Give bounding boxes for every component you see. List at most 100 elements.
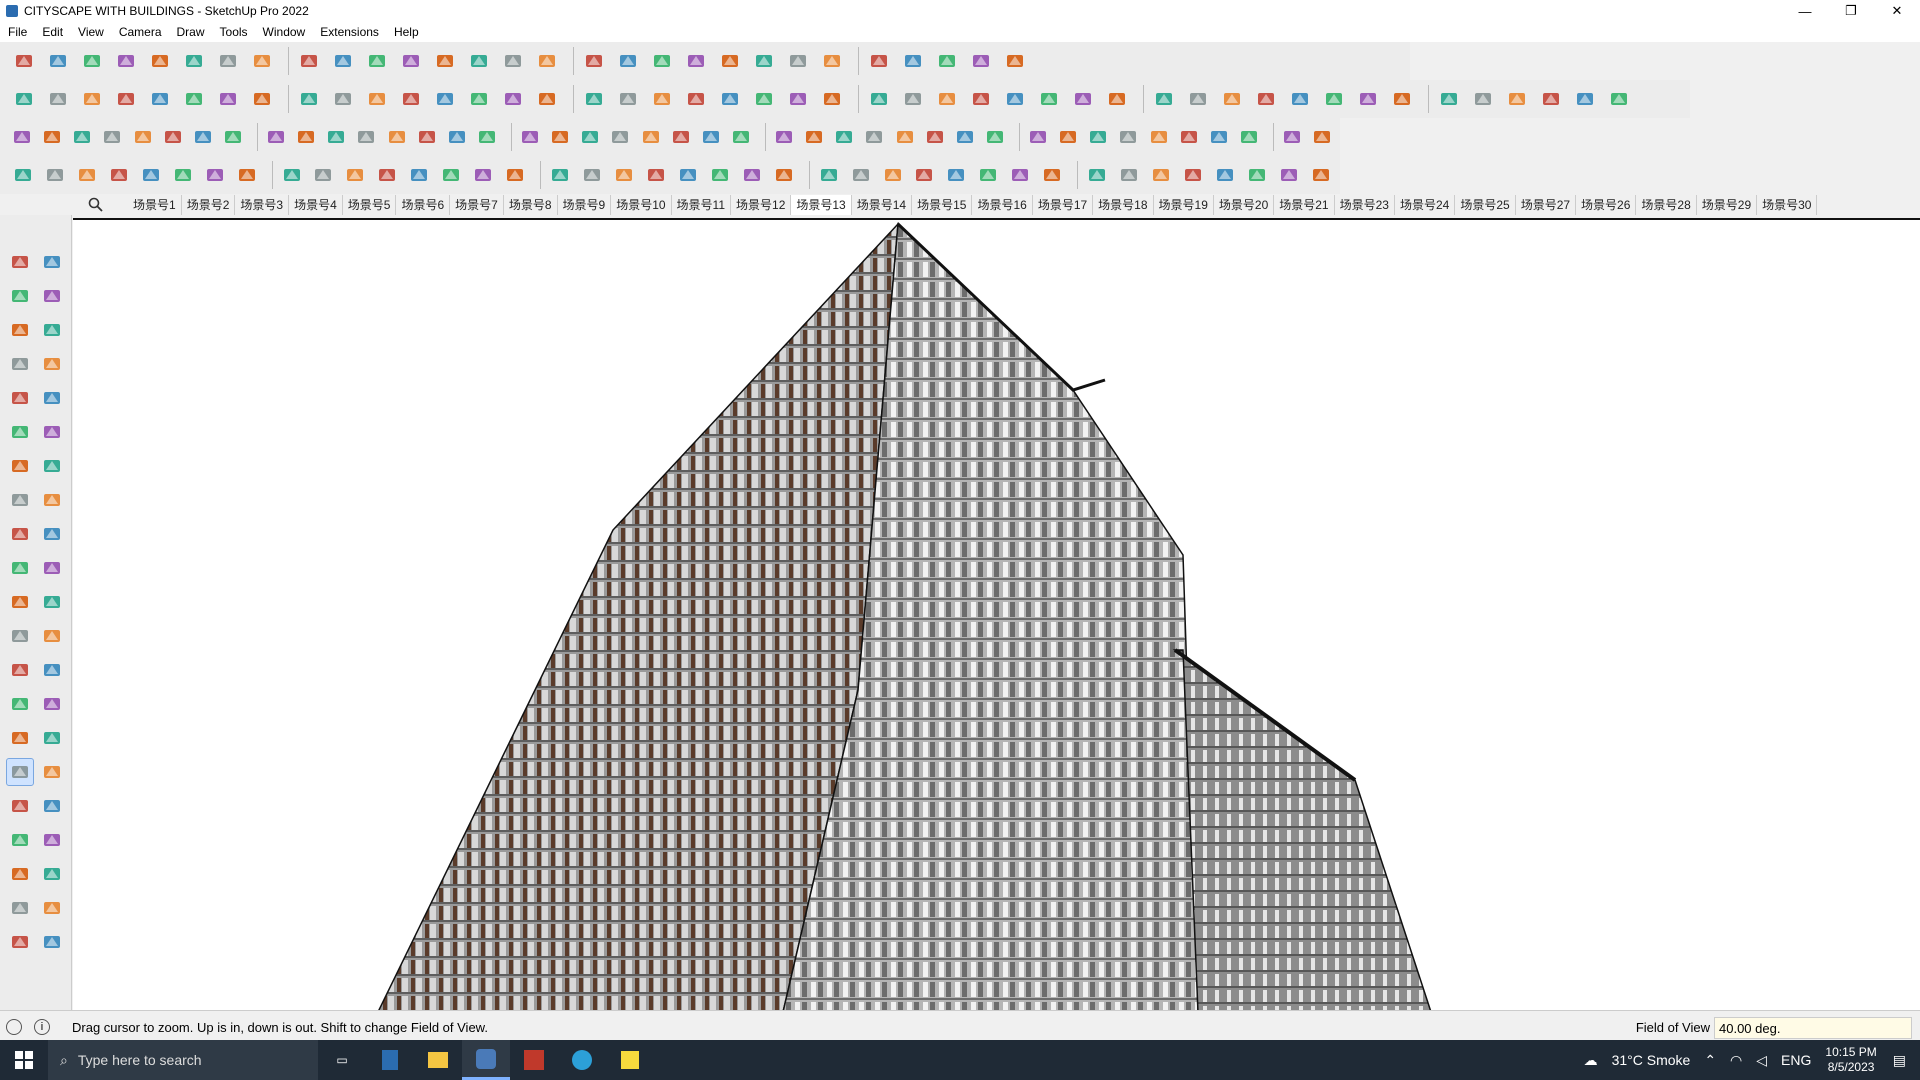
paint-icon[interactable]: [943, 161, 969, 189]
scene-tab[interactable]: 场景号28: [1636, 195, 1697, 215]
rectangle-icon[interactable]: [6, 384, 34, 412]
push-pull-icon[interactable]: [899, 47, 927, 75]
orbit-icon[interactable]: [112, 85, 140, 113]
eraser-icon[interactable]: [1244, 161, 1270, 189]
zoom-icon[interactable]: [6, 758, 34, 786]
move-icon[interactable]: [6, 520, 34, 548]
scene-tab[interactable]: 场景号27: [1516, 195, 1577, 215]
scene-tab[interactable]: 场景号3: [235, 195, 290, 215]
rectangle-icon[interactable]: [74, 161, 100, 189]
scale-icon[interactable]: [329, 47, 357, 75]
redo-icon[interactable]: [10, 123, 34, 151]
arc-icon[interactable]: [42, 161, 68, 189]
scene-tab[interactable]: 场景号7: [450, 195, 504, 215]
scene-tab[interactable]: 场景号10: [611, 195, 672, 215]
look-around-icon[interactable]: [39, 826, 67, 854]
pencil-icon[interactable]: [1276, 161, 1302, 189]
redo-icon[interactable]: [967, 85, 995, 113]
eraser-icon[interactable]: [100, 123, 124, 151]
text-icon[interactable]: [912, 161, 938, 189]
pan-icon[interactable]: [146, 85, 174, 113]
text-icon[interactable]: [385, 123, 409, 151]
select-icon[interactable]: [1280, 123, 1304, 151]
scene-tab[interactable]: 场景号29: [1697, 195, 1758, 215]
zoom-window-icon[interactable]: [533, 47, 561, 75]
redo-icon[interactable]: [608, 123, 632, 151]
sticky-notes-icon[interactable]: [606, 1040, 654, 1080]
pie-icon[interactable]: [39, 452, 67, 480]
push-pull-icon[interactable]: [221, 123, 245, 151]
redo-icon[interactable]: [502, 161, 528, 189]
rotate-icon[interactable]: [893, 123, 917, 151]
select-icon[interactable]: [363, 85, 391, 113]
file-explorer-icon[interactable]: [414, 1040, 462, 1080]
undo-icon[interactable]: [1177, 123, 1201, 151]
zoom-extents-icon[interactable]: [548, 123, 572, 151]
rotated-rect-icon[interactable]: [39, 384, 67, 412]
pencil-icon[interactable]: [6, 350, 34, 378]
push-pull-icon[interactable]: [832, 123, 856, 151]
tape-icon[interactable]: [6, 622, 34, 650]
pan-icon[interactable]: [1086, 123, 1110, 151]
orbit-icon[interactable]: [465, 47, 493, 75]
3d-text-icon[interactable]: [39, 690, 67, 718]
move-icon[interactable]: [580, 85, 608, 113]
eraser-icon[interactable]: [1069, 85, 1097, 113]
undo-icon[interactable]: [1116, 161, 1142, 189]
menu-help[interactable]: Help: [394, 25, 419, 39]
tape-icon[interactable]: [10, 85, 38, 113]
pan-icon[interactable]: [39, 724, 67, 752]
tape-icon[interactable]: [1354, 85, 1382, 113]
eraser-icon[interactable]: [750, 47, 778, 75]
taskbar-search[interactable]: ⌕ Type here to search: [48, 1040, 318, 1080]
offset-icon[interactable]: [39, 588, 67, 616]
close-button[interactable]: ✕: [1874, 0, 1920, 22]
pan-icon[interactable]: [499, 47, 527, 75]
autocad-taskbar-icon[interactable]: [510, 1040, 558, 1080]
walk-icon[interactable]: [6, 826, 34, 854]
language-indicator[interactable]: ENG: [1781, 1052, 1811, 1068]
scale-icon[interactable]: [202, 161, 228, 189]
chevron-up-icon[interactable]: ⌃: [1704, 1052, 1716, 1069]
section-plane-icon[interactable]: [39, 860, 67, 888]
pencil-icon[interactable]: [729, 123, 753, 151]
orbit-icon[interactable]: [445, 123, 469, 151]
rotate-icon[interactable]: [967, 47, 995, 75]
eraser-icon[interactable]: [611, 161, 637, 189]
scale-icon[interactable]: [324, 123, 348, 151]
rectangle-icon[interactable]: [180, 47, 208, 75]
pan-icon[interactable]: [475, 123, 499, 151]
text-icon[interactable]: [397, 47, 425, 75]
vcb-input[interactable]: 40.00 deg.: [1714, 1017, 1912, 1039]
zoom-extents-icon[interactable]: [580, 47, 608, 75]
zoom-icon[interactable]: [40, 123, 64, 151]
scene-tab[interactable]: 场景号5: [343, 195, 397, 215]
menu-draw[interactable]: Draw: [177, 25, 205, 39]
zoom-window-icon[interactable]: [1116, 123, 1140, 151]
arc-icon[interactable]: [675, 161, 701, 189]
text-icon[interactable]: [716, 85, 744, 113]
zoom-extents-icon[interactable]: [6, 792, 34, 820]
pan-icon[interactable]: [374, 161, 400, 189]
pencil-icon[interactable]: [131, 123, 155, 151]
zoom-window-icon[interactable]: [1537, 85, 1565, 113]
zoom-extents-icon[interactable]: [899, 85, 927, 113]
pan-icon[interactable]: [818, 85, 846, 113]
zoom-icon[interactable]: [10, 47, 38, 75]
move-icon[interactable]: [248, 47, 276, 75]
text-icon[interactable]: [1388, 85, 1416, 113]
undo-icon[interactable]: [248, 85, 276, 113]
scene-tab[interactable]: 场景号16: [972, 195, 1033, 215]
arc2-icon[interactable]: [6, 486, 34, 514]
zoom-icon[interactable]: [547, 161, 573, 189]
arc-icon[interactable]: [1308, 161, 1334, 189]
select-icon[interactable]: [44, 47, 72, 75]
select-icon[interactable]: [6, 248, 34, 276]
zoom-window-icon[interactable]: [180, 85, 208, 113]
zoom-extents-icon[interactable]: [1084, 161, 1110, 189]
scene-tab[interactable]: 场景号26: [1576, 195, 1637, 215]
text-icon[interactable]: [39, 656, 67, 684]
tape-icon[interactable]: [234, 161, 260, 189]
undo-icon[interactable]: [1605, 85, 1633, 113]
rotate-icon[interactable]: [6, 554, 34, 582]
